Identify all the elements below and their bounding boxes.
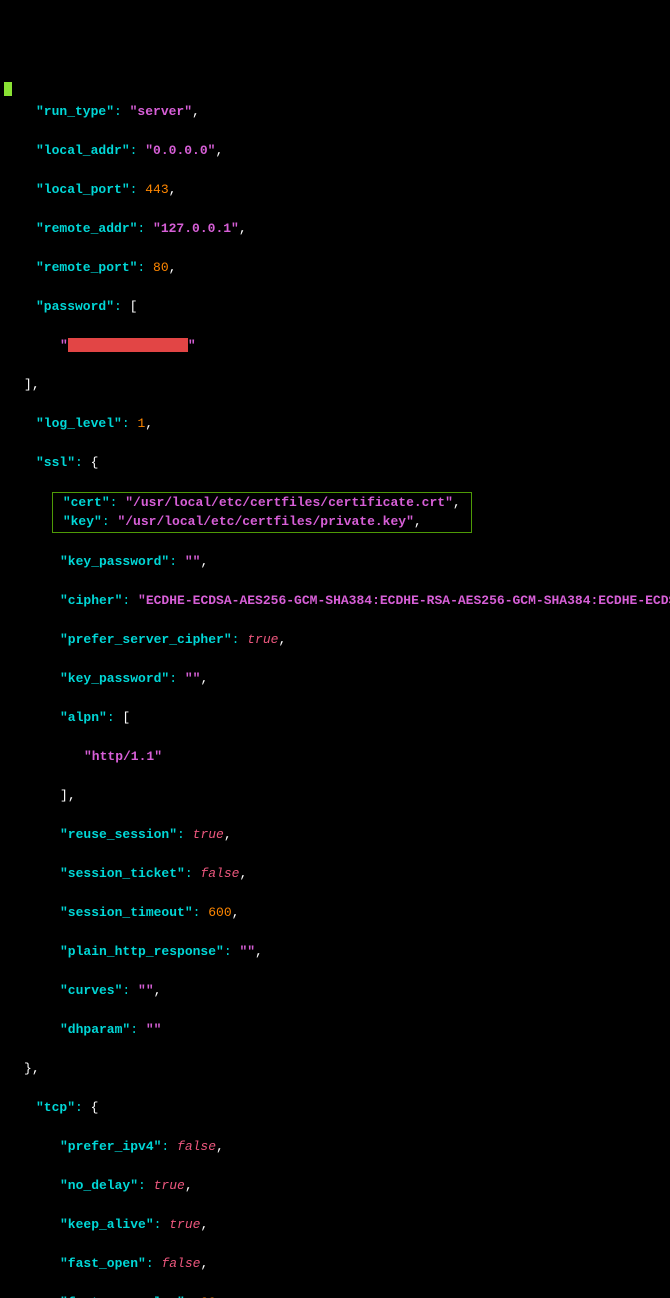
config-line: "key_password": "",	[4, 669, 666, 689]
config-line: "http/1.1"	[4, 747, 666, 767]
config-line: "alpn": [	[4, 708, 666, 728]
config-line: ],	[4, 375, 666, 395]
cursor-icon	[4, 82, 12, 96]
config-line: "curves": "",	[4, 981, 666, 1001]
config-line: "tcp": {	[4, 1098, 666, 1118]
config-line: "prefer_server_cipher": true,	[4, 630, 666, 650]
config-line: "plain_http_response": "",	[4, 942, 666, 962]
terminal-editor[interactable]: "run_type": "server", "local_addr": "0.0…	[4, 82, 666, 1298]
config-line: ],	[4, 786, 666, 806]
config-line: "local_port": 443,	[4, 180, 666, 200]
config-line: "remote_addr": "127.0.0.1",	[4, 219, 666, 239]
config-line: "remote_port": 80,	[4, 258, 666, 278]
redacted-block	[68, 338, 188, 352]
config-line: "fast_open_qlen": 20	[4, 1293, 666, 1298]
config-line: "fast_open": false,	[4, 1254, 666, 1274]
config-line: "reuse_session": true,	[4, 825, 666, 845]
config-line: "dhparam": ""	[4, 1020, 666, 1040]
config-line: "password": [	[4, 297, 666, 317]
ssl-cert-highlighted: "cert": "/usr/local/etc/certfiles/certif…	[4, 492, 666, 533]
config-line: "keep_alive": true,	[4, 1215, 666, 1235]
config-line: "prefer_ipv4": false,	[4, 1137, 666, 1157]
highlight-box: "cert": "/usr/local/etc/certfiles/certif…	[52, 492, 472, 533]
config-line: "ssl": {	[4, 453, 666, 473]
config-line: "session_timeout": 600,	[4, 903, 666, 923]
config-line: "session_ticket": false,	[4, 864, 666, 884]
config-line: "run_type": "server",	[4, 102, 666, 122]
config-line: "no_delay": true,	[4, 1176, 666, 1196]
config-line: "local_addr": "0.0.0.0",	[4, 141, 666, 161]
config-line: "cipher": "ECDHE-ECDSA-AES256-GCM-SHA384…	[4, 591, 666, 611]
config-line: "log_level": 1,	[4, 414, 666, 434]
config-line: "key_password": "",	[4, 552, 666, 572]
password-redacted: ""	[4, 336, 666, 356]
config-line: },	[4, 1059, 666, 1079]
